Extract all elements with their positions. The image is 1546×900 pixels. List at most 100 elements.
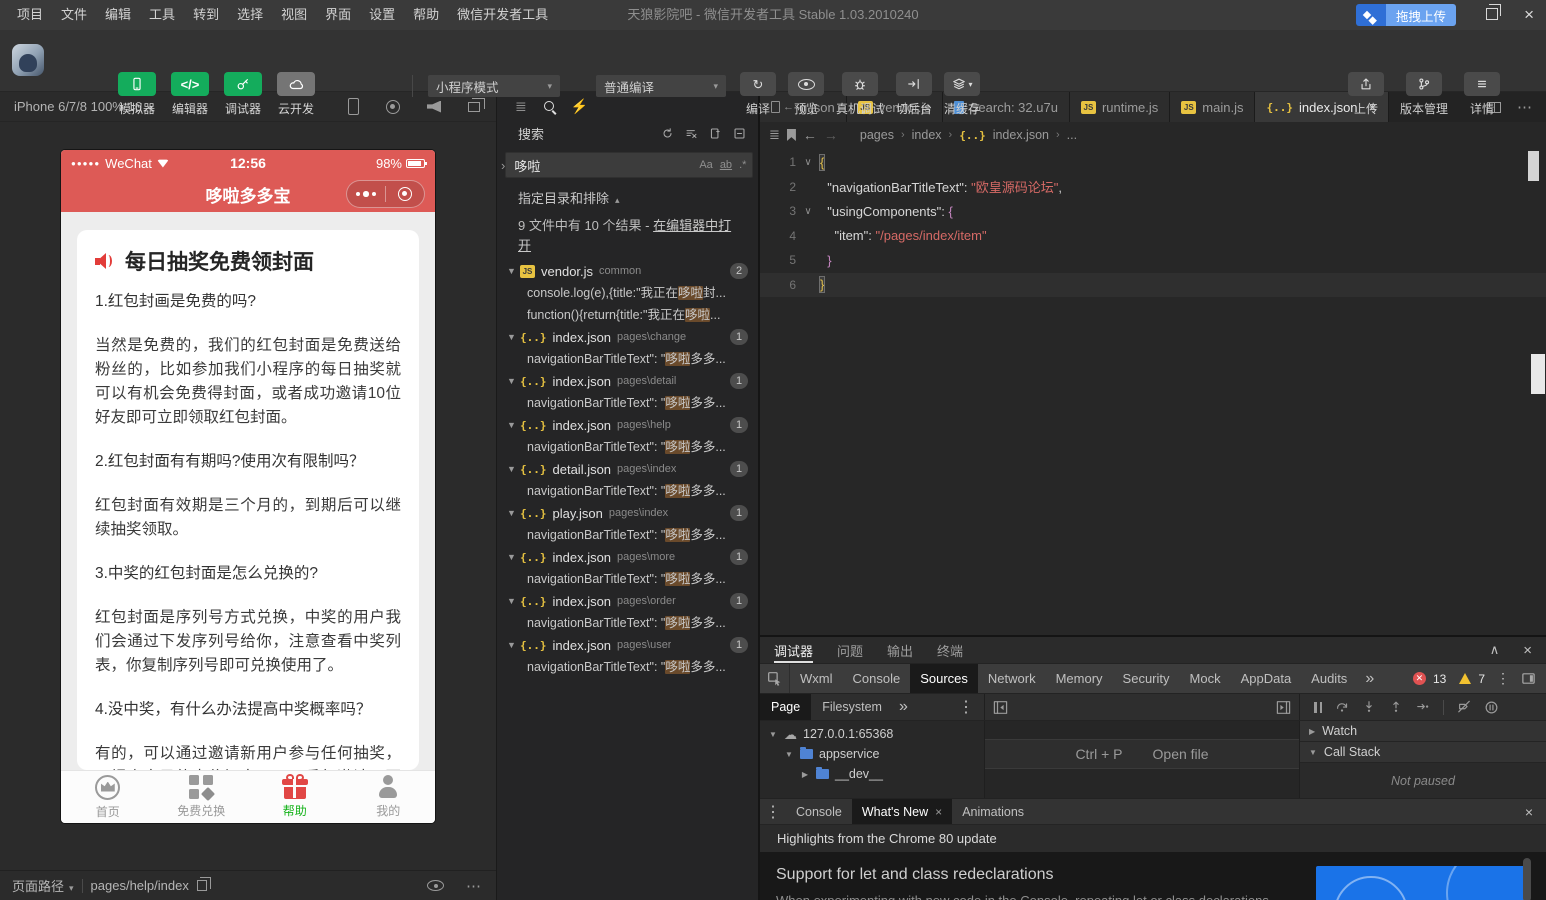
- action-button-切后台[interactable]: 切后台: [896, 72, 932, 117]
- debugger-tab-问题[interactable]: 问题: [837, 637, 863, 663]
- menu-item-文件[interactable]: 文件: [52, 0, 96, 30]
- drawer-menu-icon[interactable]: ⋮: [760, 799, 786, 824]
- search-result-match[interactable]: navigationBarTitleText": "哆啦多多...: [497, 480, 758, 502]
- mute-icon[interactable]: [427, 101, 441, 113]
- breadcrumb-file[interactable]: index.json: [993, 128, 1049, 142]
- nav-forward-icon[interactable]: →: [824, 127, 838, 143]
- clear-results-icon[interactable]: [685, 127, 698, 140]
- mode-button-调试器[interactable]: 调试器: [224, 72, 262, 117]
- copy-path-icon[interactable]: [197, 880, 207, 891]
- search-result-match[interactable]: console.log(e),{title:"我正在哆啦封...: [497, 282, 758, 304]
- search-result-match[interactable]: navigationBarTitleText": "哆啦多多...: [497, 656, 758, 678]
- multi-window-icon[interactable]: [468, 102, 480, 112]
- tree-item-__dev__[interactable]: ▶__dev__: [760, 764, 984, 784]
- menu-item-选择[interactable]: 选择: [228, 0, 272, 30]
- step-icon[interactable]: [1416, 700, 1430, 714]
- debugger-tab-调试器[interactable]: 调试器: [774, 637, 813, 663]
- debugger-tab-终端[interactable]: 终端: [937, 637, 963, 663]
- pause-icon[interactable]: [1314, 702, 1322, 713]
- step-over-icon[interactable]: [1335, 700, 1349, 714]
- search-icon[interactable]: [544, 98, 554, 114]
- device-phone-icon[interactable]: [348, 98, 359, 115]
- editor-scrollbar-thumb[interactable]: [1528, 151, 1539, 181]
- more-options-icon[interactable]: ⋯: [466, 877, 482, 895]
- pause-on-exceptions-icon[interactable]: [1484, 700, 1499, 715]
- search-result-file[interactable]: ▼{..}index.jsonpages\more1: [497, 546, 758, 568]
- tabbar-item-帮助[interactable]: 帮助: [248, 771, 342, 823]
- search-input[interactable]: [512, 157, 692, 174]
- more-menu-button[interactable]: [347, 191, 385, 197]
- search-result-match[interactable]: navigationBarTitleText": "哆啦多多...: [497, 348, 758, 370]
- devtools-tab-Network[interactable]: Network: [978, 664, 1046, 693]
- dock-side-icon[interactable]: [1521, 671, 1536, 686]
- navigator-tab-Filesystem[interactable]: Filesystem: [811, 694, 893, 720]
- refresh-results-icon[interactable]: [661, 127, 674, 140]
- action-button-上传[interactable]: 上传: [1348, 72, 1384, 117]
- search-result-file[interactable]: ▼{..}index.jsonpages\user1: [497, 634, 758, 656]
- devtools-tab-Security[interactable]: Security: [1113, 664, 1180, 693]
- outline-icon[interactable]: ≣: [769, 127, 780, 143]
- action-button-预览[interactable]: 预览: [788, 72, 824, 117]
- menu-item-微信开发者工具[interactable]: 微信开发者工具: [448, 0, 557, 30]
- navigator-tab-Page[interactable]: Page: [760, 694, 811, 720]
- menu-item-项目[interactable]: 项目: [8, 0, 52, 30]
- search-result-match[interactable]: navigationBarTitleText": "哆啦多多...: [497, 436, 758, 458]
- search-result-file[interactable]: ▼{..}play.jsonpages\index1: [497, 502, 758, 524]
- search-result-file[interactable]: ▼{..}index.jsonpages\help1: [497, 414, 758, 436]
- search-result-match[interactable]: navigationBarTitleText": "哆啦多多...: [497, 568, 758, 590]
- drawer-tab-Animations[interactable]: Animations: [952, 799, 1034, 824]
- hide-navigator-icon[interactable]: [993, 700, 1008, 720]
- warning-badge-icon[interactable]: [1459, 673, 1471, 684]
- devtools-tab-AppData[interactable]: AppData: [1231, 664, 1302, 693]
- breadcrumb-index[interactable]: index: [912, 128, 942, 142]
- more-panes-icon[interactable]: »: [893, 694, 914, 720]
- search-result-match[interactable]: navigationBarTitleText": "哆啦多多...: [497, 392, 758, 414]
- devtools-tab-Console[interactable]: Console: [843, 664, 911, 693]
- tabbar-item-我的[interactable]: 我的: [342, 771, 436, 823]
- tab-close-icon[interactable]: ×: [935, 805, 942, 819]
- action-button-详情[interactable]: 详情: [1464, 72, 1500, 117]
- exit-miniprogram-button[interactable]: [386, 187, 424, 201]
- search-result-file[interactable]: ▼{..}index.jsonpages\order1: [497, 590, 758, 612]
- breadcrumb-pages[interactable]: pages: [860, 128, 894, 142]
- close-panel-icon[interactable]: ×: [1523, 642, 1532, 659]
- more-tabs-icon[interactable]: »: [1357, 664, 1382, 693]
- action-button-编译[interactable]: ↻编译: [740, 72, 776, 117]
- search-result-match[interactable]: navigationBarTitleText": "哆啦多多...: [497, 524, 758, 546]
- navigator-menu-icon[interactable]: ⋮: [948, 694, 984, 720]
- drag-upload-button[interactable]: 拖拽上传: [1356, 4, 1456, 26]
- tree-item-127.0.0.1:65368[interactable]: ▼☁127.0.0.1:65368: [760, 724, 984, 744]
- menu-item-工具[interactable]: 工具: [140, 0, 184, 30]
- callstack-section[interactable]: ▼ Call Stack: [1300, 742, 1546, 763]
- whole-word-icon[interactable]: ab: [720, 159, 732, 171]
- bookmark-icon[interactable]: [787, 129, 796, 141]
- record-icon[interactable]: [386, 100, 400, 114]
- window-close-icon[interactable]: ×: [1524, 0, 1534, 30]
- new-search-editor-icon[interactable]: [709, 127, 722, 140]
- error-badge-icon[interactable]: ✕: [1413, 672, 1426, 685]
- show-debugger-icon[interactable]: [1276, 700, 1291, 720]
- tabs-more-icon[interactable]: ⋯: [1517, 98, 1532, 116]
- editor-tab-runtime.js[interactable]: JSruntime.js: [1070, 92, 1170, 122]
- mode-button-编辑器[interactable]: </>编辑器: [171, 72, 209, 117]
- devtools-tab-Mock[interactable]: Mock: [1180, 664, 1231, 693]
- breadcrumb-more[interactable]: ...: [1067, 128, 1077, 142]
- drawer-tab-Console[interactable]: Console: [786, 799, 852, 824]
- compile-mode-select[interactable]: 普通编译▾: [596, 75, 726, 97]
- deactivate-breakpoints-icon[interactable]: [1457, 700, 1471, 714]
- action-button-清缓存[interactable]: ▾清缓存: [944, 72, 980, 117]
- menu-item-帮助[interactable]: 帮助: [404, 0, 448, 30]
- search-result-file[interactable]: ▼JSvendor.jscommon2: [497, 260, 758, 282]
- page-path-dropdown[interactable]: 页面路径▾: [12, 876, 74, 895]
- collapse-panel-icon[interactable]: ∧: [1490, 642, 1500, 658]
- search-directory-filter[interactable]: 指定目录和排除▴: [518, 188, 758, 207]
- devtools-menu-icon[interactable]: ⋮: [1492, 670, 1514, 687]
- menu-item-转到[interactable]: 转到: [184, 0, 228, 30]
- miniprogram-mode-select[interactable]: 小程序模式▾: [428, 75, 560, 97]
- devtools-tab-Wxml[interactable]: Wxml: [790, 664, 843, 693]
- code-editor[interactable]: 1∨{2 "navigationBarTitleText": "欧皇源码论坛",…: [760, 148, 1546, 635]
- watch-section[interactable]: ▶ Watch: [1300, 721, 1546, 742]
- mode-button-模拟器[interactable]: 模拟器: [118, 72, 156, 117]
- devtools-tab-Audits[interactable]: Audits: [1301, 664, 1357, 693]
- search-result-file[interactable]: ▼{..}index.jsonpages\detail1: [497, 370, 758, 392]
